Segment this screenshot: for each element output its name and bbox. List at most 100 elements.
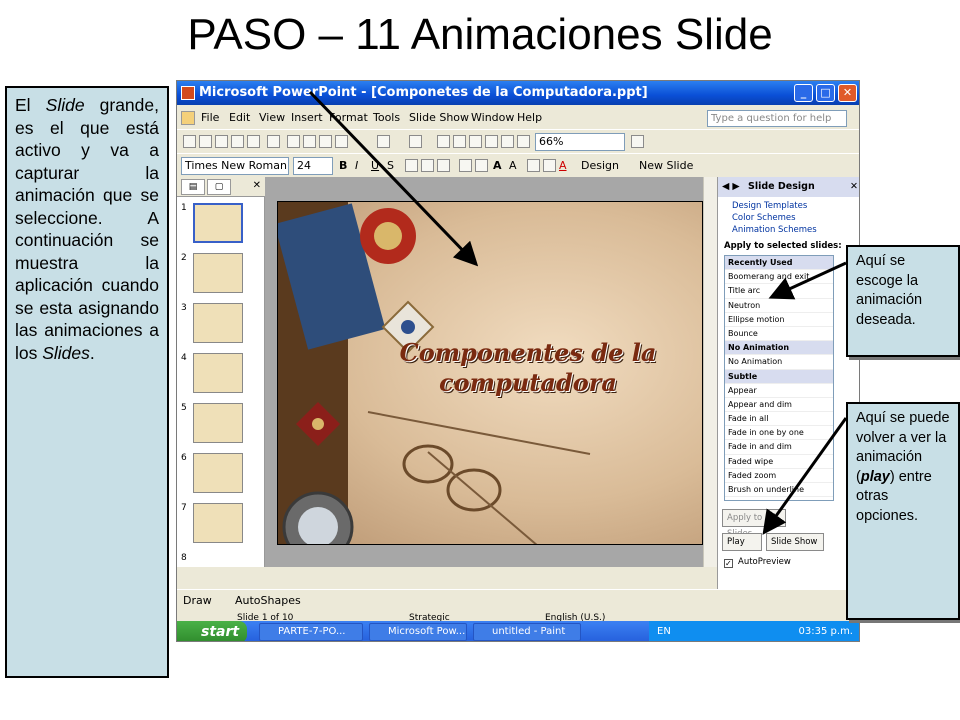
- undo-icon[interactable]: [377, 135, 390, 148]
- slide-scrollbar[interactable]: [703, 177, 717, 567]
- chart-icon[interactable]: [437, 135, 450, 148]
- slide-title-text[interactable]: Componentes de la computadora: [368, 338, 688, 398]
- menu-view[interactable]: View: [259, 107, 285, 129]
- paste-icon[interactable]: [319, 135, 332, 148]
- animation-schemes-list[interactable]: Recently Used Boomerang and exit Title arc…: [724, 255, 834, 501]
- current-slide[interactable]: Componentes de la computadora: [277, 201, 703, 545]
- increase-font-icon[interactable]: A: [493, 158, 502, 174]
- language-indicator[interactable]: EN: [657, 621, 671, 641]
- slide-thumbnail[interactable]: 6: [177, 451, 265, 501]
- expand-icon[interactable]: [501, 135, 514, 148]
- menu-window[interactable]: Window: [471, 107, 514, 129]
- document-icon[interactable]: [181, 111, 195, 125]
- outline-tab[interactable]: ▤: [181, 179, 205, 195]
- window-titlebar[interactable]: Microsoft PowerPoint - [Componetes de la…: [177, 81, 859, 105]
- slides-tab[interactable]: ▢: [207, 179, 231, 195]
- bullets-icon[interactable]: [475, 159, 488, 172]
- minimize-icon[interactable]: _: [794, 84, 813, 102]
- menu-format[interactable]: Format: [329, 107, 368, 129]
- hyperlink-icon[interactable]: [485, 135, 498, 148]
- thumb-image: [193, 303, 243, 343]
- animation-scheme-item[interactable]: Faded zoom: [725, 469, 833, 483]
- bold-button[interactable]: B: [339, 158, 347, 174]
- copy-icon[interactable]: [303, 135, 316, 148]
- table-icon[interactable]: [453, 135, 466, 148]
- outdent-icon[interactable]: [543, 159, 556, 172]
- help-search-input[interactable]: Type a question for help: [707, 110, 847, 127]
- panel-close-icon[interactable]: ✕: [253, 180, 261, 191]
- animation-scheme-item[interactable]: Fade in one by one: [725, 426, 833, 441]
- menu-slide-show[interactable]: Slide Show: [409, 107, 469, 129]
- font-size-select[interactable]: 24: [293, 157, 333, 175]
- align-left-icon[interactable]: [405, 159, 418, 172]
- animation-scheme-item[interactable]: Faded wipe: [725, 455, 833, 469]
- taskbar-item-parte[interactable]: PARTE-7-PO...: [259, 623, 363, 641]
- animation-scheme-item[interactable]: Appear and dim: [725, 398, 833, 413]
- autopreview-checkbox[interactable]: ✓: [724, 559, 733, 568]
- help-icon[interactable]: [631, 135, 644, 148]
- animation-scheme-item[interactable]: Bounce: [725, 327, 833, 342]
- grid-icon[interactable]: [469, 135, 482, 148]
- underline-button[interactable]: U: [371, 158, 379, 174]
- align-center-icon[interactable]: [421, 159, 434, 172]
- slide-thumbnail[interactable]: 3: [177, 301, 265, 351]
- print-icon[interactable]: [231, 135, 244, 148]
- menu-help[interactable]: Help: [517, 107, 542, 129]
- preview-icon[interactable]: [247, 135, 260, 148]
- slide-thumbnail[interactable]: 7: [177, 501, 265, 551]
- design-button[interactable]: Design: [581, 158, 619, 174]
- design-templates-link[interactable]: Design Templates: [732, 201, 807, 211]
- animation-scheme-item[interactable]: Boomerang and exit: [725, 270, 833, 285]
- menu-edit[interactable]: Edit: [229, 107, 250, 129]
- save-icon[interactable]: [215, 135, 228, 148]
- animation-schemes-link[interactable]: Animation Schemes: [732, 225, 817, 235]
- font-name-select[interactable]: Times New Roman: [181, 157, 289, 175]
- color-icon[interactable]: [517, 135, 530, 148]
- apply-to-all-button[interactable]: Apply to All Slides: [722, 509, 786, 539]
- animation-scheme-item[interactable]: Dissolve in: [725, 497, 833, 500]
- slide-thumbnail[interactable]: 1: [177, 201, 265, 251]
- slide-show-button[interactable]: Slide Show: [766, 533, 824, 551]
- animation-scheme-item[interactable]: Appear: [725, 384, 833, 398]
- slide-thumbnail[interactable]: 5: [177, 401, 265, 451]
- slide-thumbnail[interactable]: 4: [177, 351, 265, 401]
- animation-scheme-item[interactable]: Title arc: [725, 284, 833, 299]
- menu-tools[interactable]: Tools: [373, 107, 400, 129]
- taskbar-item-powerpoint[interactable]: Microsoft Pow...: [369, 623, 467, 641]
- new-slide-button[interactable]: New Slide: [639, 158, 693, 174]
- autoshapes-menu[interactable]: AutoShapes: [235, 590, 301, 612]
- align-right-icon[interactable]: [437, 159, 450, 172]
- italic-button[interactable]: I: [355, 158, 358, 174]
- maximize-icon[interactable]: □: [816, 84, 835, 102]
- slide-thumbnail[interactable]: 2: [177, 251, 265, 301]
- new-icon[interactable]: [183, 135, 196, 148]
- close-icon[interactable]: ✕: [838, 84, 857, 102]
- color-schemes-link[interactable]: Color Schemes: [732, 213, 796, 223]
- decrease-font-icon[interactable]: A: [509, 158, 517, 174]
- cut-icon[interactable]: [287, 135, 300, 148]
- menu-insert[interactable]: Insert: [291, 107, 323, 129]
- open-icon[interactable]: [199, 135, 212, 148]
- draw-menu[interactable]: Draw: [183, 590, 212, 612]
- spelling-icon[interactable]: [267, 135, 280, 148]
- numbering-icon[interactable]: [459, 159, 472, 172]
- task-pane-close-icon[interactable]: ✕: [850, 177, 858, 197]
- back-forward-icon[interactable]: ◀ ▶: [722, 177, 740, 197]
- slide-thumbnail[interactable]: 8: [177, 551, 265, 567]
- animation-scheme-item[interactable]: No Animation: [725, 355, 833, 370]
- start-button[interactable]: start: [177, 621, 247, 641]
- shadow-button[interactable]: S: [387, 158, 394, 174]
- taskbar-item-paint[interactable]: untitled - Paint: [473, 623, 581, 641]
- play-button[interactable]: Play: [722, 533, 762, 551]
- format-painter-icon[interactable]: [335, 135, 348, 148]
- animation-scheme-item[interactable]: Fade in all: [725, 412, 833, 427]
- redo-icon[interactable]: [409, 135, 422, 148]
- animation-scheme-item[interactable]: Brush on underline: [725, 483, 833, 498]
- menu-file[interactable]: File: [201, 107, 219, 129]
- animation-scheme-item[interactable]: Fade in and dim: [725, 440, 833, 455]
- zoom-select[interactable]: 66%: [535, 133, 625, 151]
- animation-scheme-item[interactable]: Neutron: [725, 299, 833, 313]
- animation-scheme-item[interactable]: Ellipse motion: [725, 313, 833, 327]
- indent-icon[interactable]: [527, 159, 540, 172]
- font-color-icon[interactable]: A: [559, 158, 567, 174]
